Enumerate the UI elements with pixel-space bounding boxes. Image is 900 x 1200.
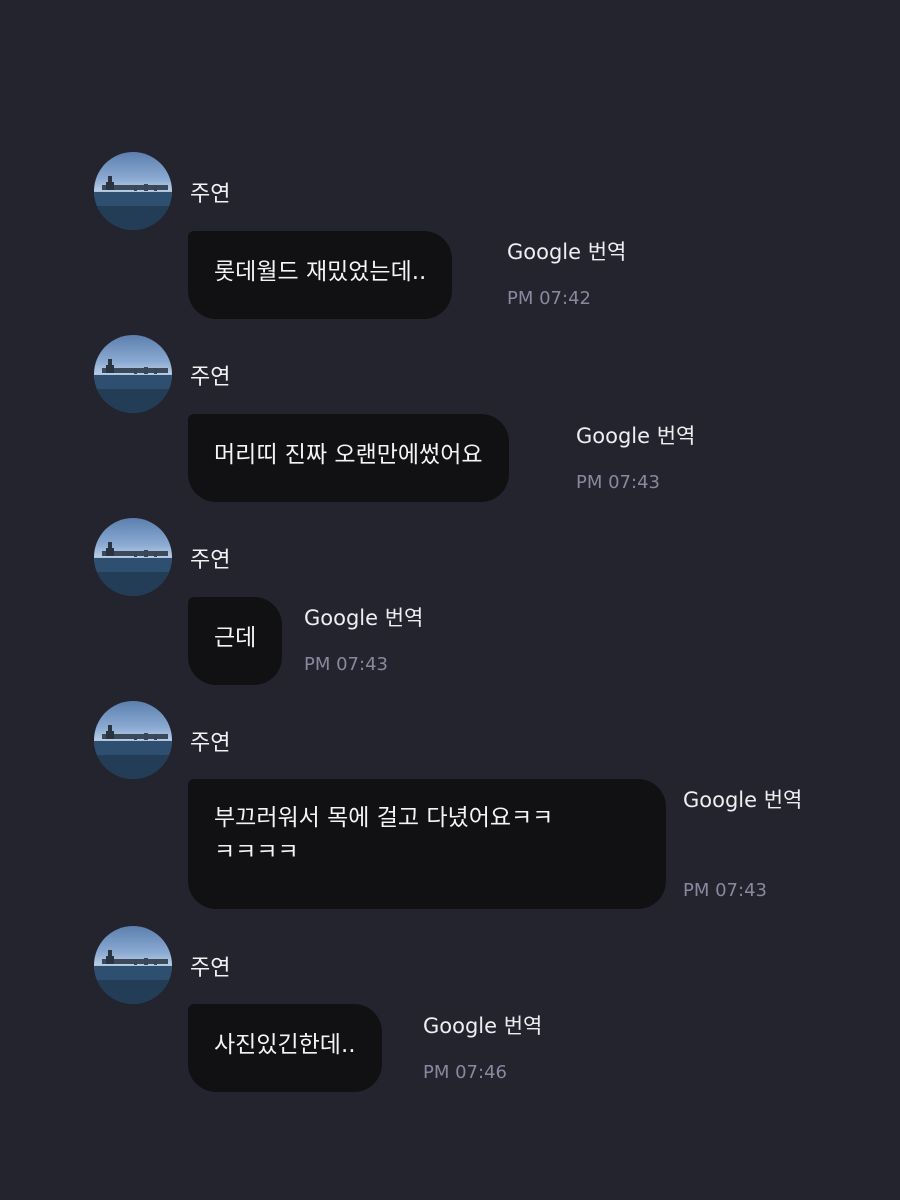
avatar[interactable] xyxy=(94,701,172,779)
message-bubble[interactable]: 부끄러워서 목에 걸고 다녔어요ㅋㅋ ㅋㅋㅋㅋ xyxy=(188,779,666,909)
avatar[interactable] xyxy=(94,152,172,230)
google-translate-link[interactable]: Google 번역 xyxy=(304,608,423,629)
message-text: 머리띠 진짜 오랜만에썼어요 xyxy=(214,442,483,468)
message-text: 근데 xyxy=(214,625,257,651)
message-meta: Google 번역 PM 07:42 xyxy=(507,242,626,308)
message-timestamp: PM 07:42 xyxy=(507,288,591,309)
message-meta: Google 번역 PM 07:43 xyxy=(683,790,802,900)
message-meta: Google 번역 PM 07:46 xyxy=(423,1016,542,1082)
message-bubble[interactable]: 사진있긴한데.. xyxy=(188,1004,382,1092)
message-bubble[interactable]: 롯데월드 재밌었는데.. xyxy=(188,231,453,319)
message-text-line2: ㅋㅋㅋㅋ xyxy=(214,839,299,865)
message-bubble[interactable]: 근데 xyxy=(188,597,283,685)
google-translate-link[interactable]: Google 번역 xyxy=(423,1016,542,1037)
message-meta: Google 번역 PM 07:43 xyxy=(304,608,423,674)
message-text: 롯데월드 재밌었는데.. xyxy=(214,259,427,285)
message-text: 부끄러워서 목에 걸고 다녔어요ㅋㅋ xyxy=(214,805,554,831)
message-timestamp: PM 07:43 xyxy=(683,880,767,901)
statue-skyline-image xyxy=(94,359,172,413)
message-timestamp: PM 07:43 xyxy=(304,654,388,675)
sender-name: 주연 xyxy=(190,956,231,981)
google-translate-link[interactable]: Google 번역 xyxy=(683,790,802,811)
message-timestamp: PM 07:46 xyxy=(423,1062,507,1083)
avatar[interactable] xyxy=(94,335,172,413)
sender-name: 주연 xyxy=(190,365,231,390)
sender-name: 주연 xyxy=(190,731,231,756)
sender-name: 주연 xyxy=(190,182,231,207)
statue-skyline-image xyxy=(94,542,172,596)
message-bubble[interactable]: 머리띠 진짜 오랜만에썼어요 xyxy=(188,414,509,502)
statue-skyline-image xyxy=(94,950,172,1004)
google-translate-link[interactable]: Google 번역 xyxy=(576,426,695,447)
message-meta: Google 번역 PM 07:43 xyxy=(576,426,695,492)
message-timestamp: PM 07:43 xyxy=(576,472,660,493)
message-text: 사진있긴한데.. xyxy=(214,1032,356,1058)
sender-name: 주연 xyxy=(190,548,231,573)
statue-skyline-image xyxy=(94,176,172,230)
avatar[interactable] xyxy=(94,926,172,1004)
statue-skyline-image xyxy=(94,725,172,779)
google-translate-link[interactable]: Google 번역 xyxy=(507,242,626,263)
avatar[interactable] xyxy=(94,518,172,596)
